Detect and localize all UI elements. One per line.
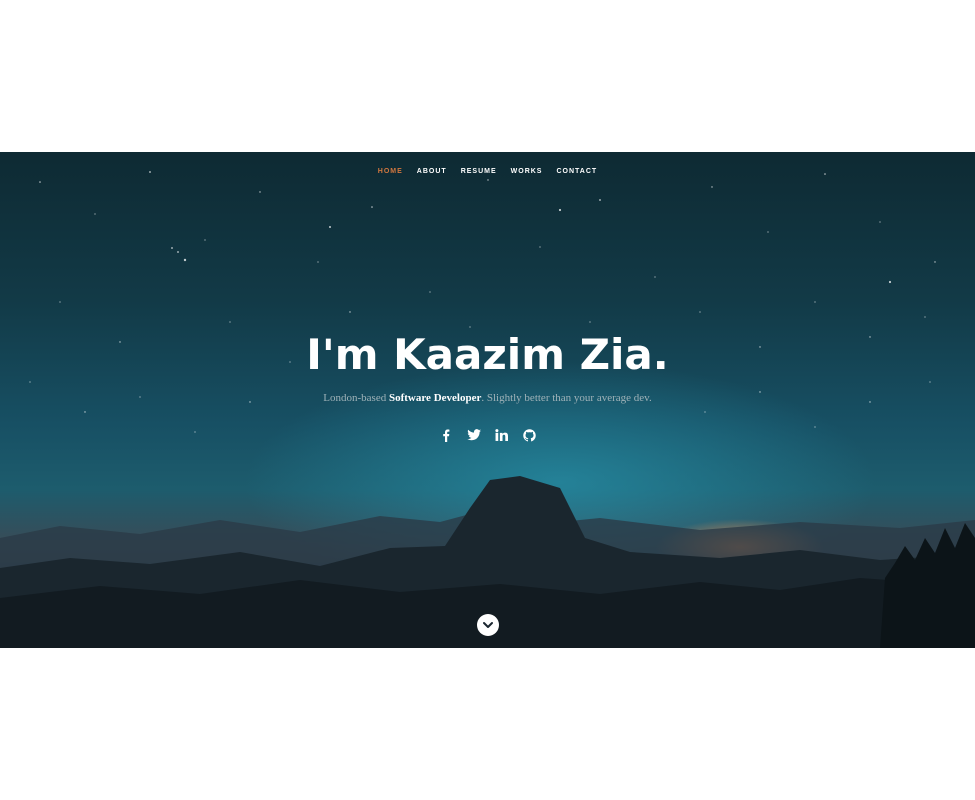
tagline-prefix: London-based bbox=[323, 392, 389, 404]
nav-item-contact: Contact bbox=[556, 160, 597, 178]
tagline-suffix: . Slightly better than your average dev. bbox=[481, 392, 652, 404]
tagline-role: Software Developer bbox=[388, 392, 482, 404]
linkedin-icon[interactable] bbox=[495, 428, 509, 442]
main-nav: Home About Resume Works Contact bbox=[0, 160, 975, 178]
twitter-icon[interactable] bbox=[466, 428, 481, 442]
github-icon[interactable] bbox=[523, 428, 537, 442]
chevron-down-icon bbox=[483, 622, 493, 628]
nav-item-home: Home bbox=[378, 160, 403, 178]
nav-link-contact[interactable]: Contact bbox=[556, 168, 597, 175]
nav-link-about[interactable]: About bbox=[417, 168, 447, 175]
nav-item-resume: Resume bbox=[461, 160, 497, 178]
nav-link-home[interactable]: Home bbox=[378, 168, 403, 175]
nav-link-works[interactable]: Works bbox=[511, 168, 543, 175]
nav-item-about: About bbox=[417, 160, 447, 178]
page-title: I'm Kaazim Zia. bbox=[306, 330, 669, 379]
social-links bbox=[0, 428, 975, 442]
page: Home About Resume Works Contact I'm Kaaz… bbox=[0, 0, 975, 800]
facebook-icon[interactable] bbox=[439, 428, 453, 442]
scroll-down-button[interactable] bbox=[477, 614, 499, 636]
nav-link-resume[interactable]: Resume bbox=[461, 168, 497, 175]
tagline: London-based Software Developer. Slightl… bbox=[0, 392, 975, 404]
nav-item-works: Works bbox=[511, 160, 543, 178]
hero-banner: Home About Resume Works Contact I'm Kaaz… bbox=[0, 152, 975, 648]
